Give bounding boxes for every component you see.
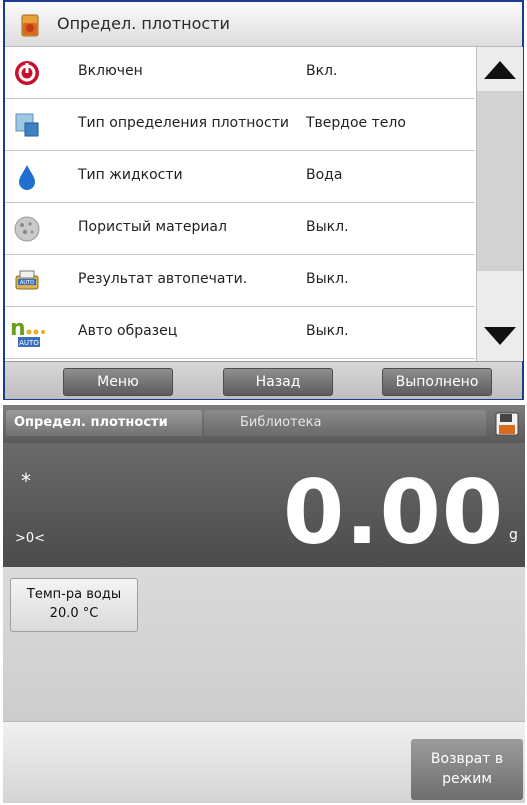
footer-bar: Меню Назад Выполнено [5, 361, 522, 399]
water-temp-button[interactable]: Темп-ра воды 20.0 °C [10, 578, 138, 632]
setting-label: Пористый материал [78, 219, 227, 235]
done-button[interactable]: Выполнено [382, 368, 492, 396]
scroll-down-icon[interactable] [484, 327, 516, 345]
setting-row-auto-print[interactable]: AUTO Результат автопечати. Выкл. [5, 255, 475, 307]
water-temp-label: Темп-ра воды [26, 587, 122, 602]
svg-text:AUTO: AUTO [19, 339, 39, 347]
setting-label: Тип жидкости [78, 167, 183, 183]
setting-row-density-type[interactable]: Тип определения плотности Твердое тело [5, 99, 475, 151]
weight-reading: 0.00 [283, 461, 505, 564]
scrollbar[interactable] [476, 47, 523, 361]
return-button-line1: Возврат в [430, 751, 504, 767]
zero-indicator: >0< [15, 531, 46, 546]
weight-display: * >0< 0.00 g [3, 443, 525, 567]
work-area: Темп-ра воды 20.0 °C [3, 567, 525, 721]
tab-library[interactable]: Библиотека [204, 410, 486, 436]
scroll-up-icon[interactable] [484, 61, 516, 79]
auto-sample-icon: n AUTO [10, 316, 45, 347]
setting-row-enabled[interactable]: Включен Вкл. [5, 47, 475, 99]
setting-value: Твердое тело [306, 115, 406, 131]
setting-value: Выкл. [306, 323, 349, 339]
weighing-screen: Определ. плотности Библиотека * >0< 0.00… [3, 405, 525, 803]
setting-label: Авто образец [78, 323, 178, 339]
panel-header: Определ. плотности [5, 2, 522, 47]
setting-value: Вода [306, 167, 343, 183]
setting-label: Тип определения плотности [78, 115, 289, 131]
water-drop-icon [19, 165, 35, 190]
action-bar: Возврат в режим [3, 721, 525, 803]
return-button-line2: режим [442, 771, 492, 787]
menu-button[interactable]: Меню [63, 368, 173, 396]
setting-value: Выкл. [306, 271, 349, 287]
setting-row-liquid-type[interactable]: Тип жидкости Вода [5, 151, 475, 203]
scroll-thumb[interactable] [477, 91, 523, 271]
return-to-mode-button[interactable]: Возврат в режим [411, 739, 523, 800]
weight-unit[interactable]: g [509, 527, 518, 543]
tab-bar: Определ. плотности Библиотека [3, 405, 525, 443]
beaker-icon [21, 14, 39, 37]
back-button[interactable]: Назад [223, 368, 333, 396]
save-icon[interactable] [495, 412, 519, 436]
density-settings-panel: Определ. плотности Включен Вкл. Тип опре… [3, 0, 524, 400]
setting-value: Выкл. [306, 219, 349, 235]
cube-water-icon [15, 113, 39, 137]
setting-label: Включен [78, 63, 143, 79]
panel-title: Определ. плотности [57, 14, 230, 33]
setting-row-auto-sample[interactable]: n AUTO Авто образец Выкл. [5, 307, 475, 359]
porous-stone-icon [14, 216, 40, 242]
tab-density[interactable]: Определ. плотности [6, 410, 202, 436]
setting-row-porous[interactable]: Пористый материал Выкл. [5, 203, 475, 255]
power-icon [15, 61, 39, 85]
setting-value: Вкл. [306, 63, 338, 79]
auto-print-icon: AUTO [15, 270, 39, 290]
water-temp-value: 20.0 °C [49, 606, 99, 621]
setting-label: Результат автопечати. [78, 271, 248, 287]
settings-list: Включен Вкл. Тип определения плотности Т… [5, 47, 475, 361]
stability-indicator: * [21, 469, 31, 493]
svg-text:AUTO: AUTO [20, 280, 34, 286]
